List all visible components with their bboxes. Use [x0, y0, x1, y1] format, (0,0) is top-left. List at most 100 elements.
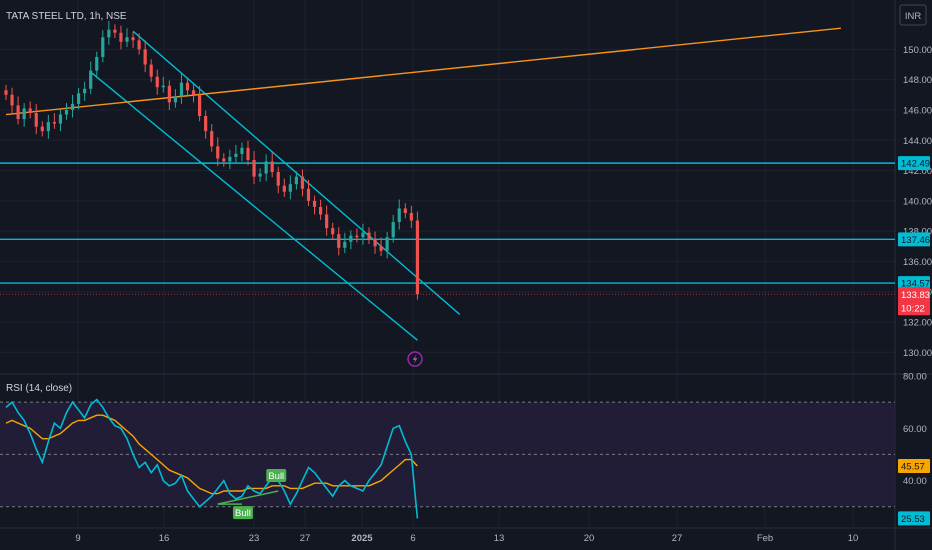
candle-body — [312, 200, 317, 207]
price-tick-label: 136.00 — [903, 257, 932, 268]
level-price-tag-text: 142.49 — [901, 159, 930, 170]
candle-body — [228, 156, 232, 162]
candle-body — [185, 82, 190, 91]
candle-body — [167, 85, 171, 103]
candle-body — [391, 222, 395, 238]
candle-body — [246, 147, 250, 160]
candle-body — [107, 29, 111, 38]
rsi-ma-value-label: 45.57 — [901, 462, 925, 473]
candle-body — [403, 208, 407, 213]
candle-body — [306, 188, 311, 201]
candle-body — [379, 246, 383, 251]
time-tick-label: 9 — [75, 533, 80, 544]
candle-body — [83, 88, 87, 94]
rsi-tick-label: 80.00 — [903, 372, 927, 383]
countdown-label: 10:22 — [901, 303, 925, 314]
price-tick-label: 132.00 — [903, 318, 932, 329]
price-tick-label: 148.00 — [903, 75, 932, 86]
level-price-tag-text: 137.46 — [901, 235, 930, 246]
rsi-band — [0, 401, 895, 508]
candle-body — [234, 153, 238, 157]
alert-icon[interactable] — [407, 351, 423, 367]
candle-body — [355, 235, 359, 238]
candle-body — [264, 161, 268, 174]
candle-body — [270, 161, 274, 173]
candle-body — [258, 173, 262, 177]
candle-body — [119, 32, 123, 42]
candle-body — [22, 108, 26, 120]
price-tick-label: 150.00 — [903, 45, 932, 56]
time-tick-label: 10 — [848, 533, 859, 544]
candle-body — [325, 214, 329, 229]
candle-body — [131, 37, 135, 41]
candle-body — [52, 122, 56, 124]
time-tick-label: 2025 — [351, 533, 373, 544]
candle-body — [16, 105, 20, 120]
rsi-value-label: 25.53 — [901, 514, 925, 525]
time-tick-label: 20 — [584, 533, 595, 544]
candle-body — [173, 96, 177, 103]
candle-body — [409, 212, 413, 221]
candle-body — [125, 37, 129, 42]
candle-body — [349, 235, 353, 242]
bull-label: Bull — [268, 471, 284, 482]
rsi-tick-label: 60.00 — [903, 424, 927, 435]
price-tick-label: 130.00 — [903, 348, 932, 359]
candle-body — [95, 56, 99, 71]
candle-body — [4, 90, 8, 95]
current-price-label: 133.83 — [901, 290, 930, 301]
candle-body — [331, 228, 335, 235]
time-tick-label: 16 — [159, 533, 170, 544]
candle-body — [385, 237, 389, 251]
candle-body — [34, 112, 38, 127]
bull-label: Bull — [235, 508, 251, 519]
candle-body — [143, 49, 147, 65]
candle-body — [101, 37, 105, 57]
candle-body — [113, 29, 117, 33]
chart-title: TATA STEEL LTD, 1h, NSE — [6, 11, 127, 22]
candle-body — [161, 85, 165, 88]
candle-body — [210, 131, 214, 147]
candle-body — [367, 232, 371, 239]
candle-body — [58, 114, 63, 124]
candle-body — [64, 109, 69, 115]
candle-body — [222, 158, 226, 162]
candle-body — [28, 108, 32, 113]
candle-body — [288, 184, 292, 192]
currency-label: INR — [905, 11, 922, 22]
candle-body — [179, 82, 184, 97]
candle-body — [373, 238, 377, 247]
candle-body — [155, 76, 159, 88]
time-tick-label: 23 — [249, 533, 260, 544]
candle-body — [361, 232, 365, 238]
candle-body — [252, 159, 256, 177]
candle-body — [337, 234, 341, 248]
candle-body — [40, 126, 44, 132]
candle-body — [191, 90, 196, 95]
candle-body — [46, 122, 50, 132]
candle-body — [149, 64, 153, 77]
candle-body — [282, 185, 286, 192]
rsi-title: RSI (14, close) — [6, 383, 72, 394]
candle-body — [198, 94, 202, 117]
candle-body — [294, 176, 298, 185]
currency-button[interactable]: INR — [899, 4, 927, 26]
candle-body — [319, 206, 323, 215]
candle-body — [240, 147, 244, 154]
candle-body — [397, 208, 401, 223]
candle-body — [216, 146, 220, 159]
candle-body — [343, 241, 347, 248]
candle-body — [137, 40, 141, 50]
candle-body — [70, 103, 75, 110]
time-tick-label: 27 — [300, 533, 311, 544]
time-tick-label: Feb — [757, 533, 773, 544]
price-tick-label: 140.00 — [903, 196, 932, 207]
candle-body — [89, 70, 93, 89]
candle-body — [415, 220, 419, 295]
candle-body — [204, 116, 208, 132]
rsi-tick-label: 40.00 — [903, 476, 927, 487]
price-tick-label: 144.00 — [903, 136, 932, 147]
chart-canvas: BullBull 130.00132.00134.00136.00138.001… — [0, 0, 932, 550]
price-tick-label: 146.00 — [903, 105, 932, 116]
candle-body — [276, 172, 280, 186]
